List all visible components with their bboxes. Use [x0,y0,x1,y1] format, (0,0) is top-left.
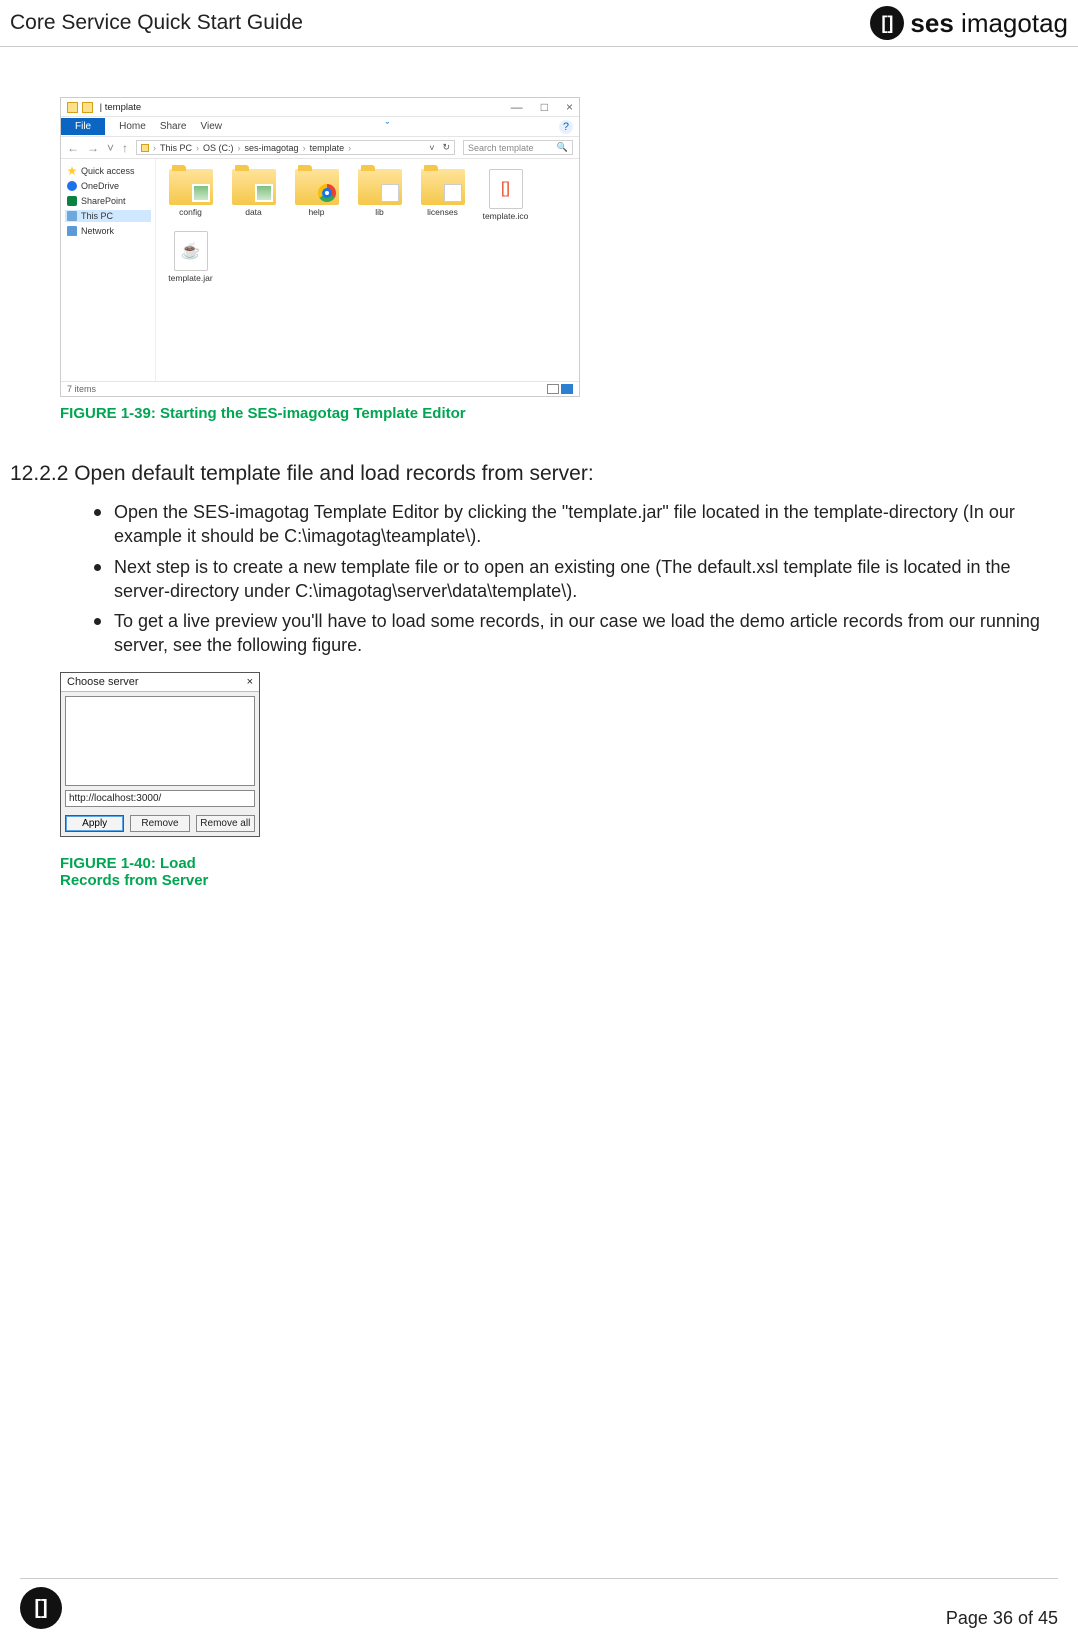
ico-file-icon: [] [489,169,523,209]
page-footer: [] Page 36 of 45 [0,1587,1078,1629]
remove-button[interactable]: Remove [130,815,189,832]
nav-history-icon[interactable]: ˅ [107,141,114,155]
file-template-jar[interactable]: ☕template.jar [164,231,217,283]
file-template-ico[interactable]: []template.ico [479,169,532,221]
folder-small-icon-2 [82,102,93,113]
folder-config[interactable]: config [164,169,217,221]
window-maximize-icon[interactable]: □ [541,100,548,114]
ribbon-file-tab[interactable]: File [61,118,105,135]
explorer-ribbon: File Home Share View ˇ ? [61,117,579,137]
folder-help[interactable]: help [290,169,343,221]
brand-bracket-icon: [] [870,6,904,40]
ribbon-collapse-icon[interactable]: ˇ [386,121,390,133]
path-folder-icon [141,144,149,152]
ribbon-help-icon[interactable]: ? [559,120,573,134]
figure-1-40-caption: FIGURE 1-40: Load Records from Server [60,855,260,889]
explorer-content: config data help lib licenses []template… [156,159,579,381]
dialog-close-icon[interactable]: × [247,676,253,688]
view-details-icon[interactable] [547,384,559,394]
cloud-icon [67,181,77,191]
dialog-titlebar: Choose server × [61,673,259,692]
choose-server-dialog: Choose server × http://localhost:3000/ A… [60,672,260,837]
path-dropdown-icon[interactable]: ˅ [429,143,434,153]
ribbon-view-tab[interactable]: View [201,121,223,132]
explorer-titlebar: | template — □ × [61,98,579,117]
doc-thumb-icon [444,184,462,202]
footer-brand-icon: [] [20,1587,62,1629]
brand-text-light: imagotag [954,8,1068,38]
search-icon: 🔍 [557,142,568,153]
path-breadcrumb[interactable]: › This PC › OS (C:) › ses-imagotag › tem… [136,140,455,155]
image-thumb-icon [255,184,273,202]
sidebar-network[interactable]: Network [65,225,151,237]
sidebar-sharepoint[interactable]: SharePoint [65,195,151,207]
brand-text-bold: ses [910,8,953,38]
sidebar-this-pc[interactable]: This PC [65,210,151,222]
brand-logo: [] ses imagotag [870,6,1068,40]
nav-forward-icon[interactable]: → [87,141,99,155]
doc-thumb-icon [381,184,399,202]
folder-small-icon [67,102,78,113]
explorer-title-text: | template [97,102,141,113]
image-thumb-icon [192,184,210,202]
network-icon [67,226,77,236]
footer-divider [20,1578,1058,1579]
explorer-address-bar: ← → ˅ ↑ › This PC › OS (C:) › ses-imagot… [61,137,579,159]
folder-data[interactable]: data [227,169,280,221]
figure-1-39-caption: FIGURE 1-39: Starting the SES-imagotag T… [60,405,580,422]
sharepoint-icon [67,196,77,206]
nav-up-icon[interactable]: ↑ [122,141,128,155]
window-close-icon[interactable]: × [566,100,573,114]
instruction-list: Open the SES-imagotag Template Editor by… [90,500,1048,658]
server-url-input[interactable]: http://localhost:3000/ [65,790,255,807]
jar-file-icon: ☕ [174,231,208,271]
page-header: Core Service Quick Start Guide [] ses im… [0,0,1078,47]
ribbon-home-tab[interactable]: Home [119,121,146,132]
nav-back-icon[interactable]: ← [67,141,79,155]
view-large-icon[interactable] [561,384,573,394]
search-input[interactable]: Search template 🔍 [463,140,573,155]
bullet-2: Next step is to create a new template fi… [90,555,1048,604]
dialog-title: Choose server [67,676,139,688]
sidebar-onedrive[interactable]: OneDrive [65,180,151,192]
doc-title: Core Service Quick Start Guide [10,11,303,35]
ribbon-share-tab[interactable]: Share [160,121,187,132]
file-explorer-window: | template — □ × File Home Share View ˇ … [60,97,580,397]
explorer-sidebar: Quick access OneDrive SharePoint This PC… [61,159,156,381]
pc-icon [67,211,77,221]
bullet-3: To get a live preview you'll have to loa… [90,609,1048,658]
server-list[interactable] [65,696,255,786]
window-minimize-icon[interactable]: — [511,100,523,114]
item-count: 7 items [67,384,96,394]
explorer-status-bar: 7 items [61,381,579,396]
path-refresh-icon[interactable]: ↻ [442,142,450,153]
page-number: Page 36 of 45 [946,1608,1058,1629]
apply-button[interactable]: Apply [65,815,124,832]
remove-all-button[interactable]: Remove all [196,815,255,832]
chrome-icon [318,184,336,202]
sidebar-quick-access[interactable]: Quick access [65,165,151,177]
section-12-2-2-heading: 12.2.2 Open default template file and lo… [10,462,1078,486]
folder-licenses[interactable]: licenses [416,169,469,221]
star-icon [67,166,77,176]
folder-lib[interactable]: lib [353,169,406,221]
bullet-1: Open the SES-imagotag Template Editor by… [90,500,1048,549]
